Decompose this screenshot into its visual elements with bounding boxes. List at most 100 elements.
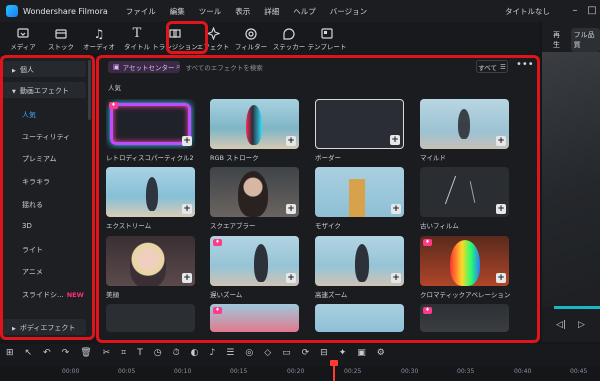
- tool-effects[interactable]: エフェクト: [194, 24, 232, 54]
- tool-stock[interactable]: ストック: [42, 24, 80, 54]
- tool-title[interactable]: T タイトル: [118, 24, 156, 54]
- select-icon[interactable]: ↖: [25, 348, 33, 358]
- crop-icon[interactable]: ⌗: [121, 348, 126, 358]
- sidebar-item-premium[interactable]: プレミアム: [22, 154, 57, 164]
- sidebar-item-popular[interactable]: 人気: [22, 110, 36, 120]
- tool-template[interactable]: テンプレート: [308, 24, 346, 54]
- sidebar-item-anime[interactable]: アニメ: [22, 267, 43, 277]
- timer-icon[interactable]: ⏱: [173, 348, 180, 358]
- effect-card[interactable]: + RGB ストローク: [210, 99, 299, 162]
- text-icon[interactable]: T: [137, 348, 143, 358]
- sidebar-item-light[interactable]: ライト: [22, 245, 43, 255]
- effect-card[interactable]: + 高速ズーム: [315, 236, 404, 299]
- filter-icon: ☰: [499, 62, 506, 71]
- add-icon[interactable]: +: [286, 136, 296, 146]
- preview-viewer: [542, 52, 600, 307]
- effect-card[interactable]: ♦: [210, 304, 299, 332]
- effect-card[interactable]: ♦ + レトロディスコパーティクル2: [106, 99, 195, 162]
- redo-icon[interactable]: ↷: [62, 348, 70, 358]
- render-icon[interactable]: ▭: [282, 348, 291, 358]
- add-icon[interactable]: +: [391, 204, 401, 214]
- effect-card[interactable]: + エクストリーム: [106, 167, 195, 230]
- tool-audio[interactable]: ♫ オーディオ: [80, 24, 118, 54]
- add-icon[interactable]: +: [496, 273, 506, 283]
- more-options-icon[interactable]: •••: [516, 59, 534, 70]
- add-icon[interactable]: +: [182, 273, 192, 283]
- menu-file[interactable]: ファイル: [126, 6, 156, 17]
- add-icon[interactable]: +: [496, 136, 506, 146]
- audio-icon[interactable]: ♪: [210, 348, 216, 358]
- search-input[interactable]: すべてのエフェクトを検索: [185, 62, 262, 72]
- play-icon[interactable]: ▷: [578, 320, 585, 330]
- menu-advanced[interactable]: 詳細: [264, 6, 279, 17]
- menu-view[interactable]: 表示: [235, 6, 250, 17]
- menu-tools[interactable]: ツール: [199, 6, 222, 17]
- effect-card[interactable]: [106, 304, 195, 332]
- add-icon[interactable]: +: [286, 273, 296, 283]
- filter-dropdown[interactable]: すべて ☰: [476, 60, 508, 73]
- neon-frame: [110, 103, 191, 145]
- settings-icon[interactable]: ⚙: [377, 348, 385, 358]
- adjust-icon[interactable]: ☰: [226, 348, 234, 358]
- effect-card[interactable]: ♦ + 遅いズーム: [210, 236, 299, 299]
- effect-card[interactable]: ♦: [420, 304, 509, 332]
- effect-thumbnail: [106, 304, 195, 332]
- add-icon[interactable]: +: [286, 204, 296, 214]
- speed-icon[interactable]: ◷: [154, 348, 162, 358]
- tool-label: メディア: [10, 43, 36, 51]
- effect-card[interactable]: + スクエアブラー: [210, 167, 299, 230]
- prev-frame-icon[interactable]: ◁|: [556, 320, 566, 330]
- sidebar-item-3d[interactable]: 3D: [22, 222, 32, 230]
- sidebar-item-sparkle[interactable]: キラキラ: [22, 177, 50, 187]
- sidebar-item-body-effects[interactable]: ▶ ボディエフェクト: [12, 323, 75, 333]
- add-icon[interactable]: +: [391, 273, 401, 283]
- minimize-icon[interactable]: –: [568, 4, 582, 18]
- title-bar: Wondershare Filmora ファイル 編集 ツール 表示 詳細 ヘル…: [0, 0, 600, 22]
- menu-edit[interactable]: 編集: [170, 6, 185, 17]
- add-icon[interactable]: +: [390, 135, 400, 145]
- add-icon[interactable]: +: [496, 204, 506, 214]
- effect-card[interactable]: ♦ + クロマティックアベレーション: [420, 236, 510, 299]
- keyframe-icon[interactable]: ◇: [264, 348, 271, 358]
- sidebar-item-utility[interactable]: ユーティリティ: [22, 132, 70, 142]
- effect-card[interactable]: + モザイク: [315, 167, 404, 230]
- sidebar-item-slideshow[interactable]: スライドシ... NEW: [22, 290, 84, 300]
- sidebar-item-video-effects[interactable]: ▼ 動画エフェクト: [12, 86, 69, 96]
- playhead[interactable]: [330, 360, 338, 381]
- cut-icon[interactable]: ✂: [103, 348, 111, 358]
- sidebar-item-personal[interactable]: ▶ 個人: [12, 65, 34, 75]
- tab-full-quality[interactable]: フル品質: [570, 28, 600, 52]
- chevron-right-icon: ▶: [12, 326, 16, 332]
- undo-icon[interactable]: ↶: [43, 348, 51, 358]
- asset-center-button[interactable]: ▣ アセットセンター: [108, 61, 180, 73]
- sidebar-item-shake[interactable]: 揺れる: [22, 200, 43, 210]
- motion-icon[interactable]: ⟳: [302, 348, 310, 358]
- add-icon[interactable]: +: [182, 204, 192, 214]
- effect-card[interactable]: + ボーダー: [315, 99, 404, 162]
- snapshot-icon[interactable]: ▣: [357, 348, 366, 358]
- ai-icon[interactable]: ✦: [339, 348, 347, 358]
- add-icon[interactable]: +: [182, 136, 192, 146]
- tool-media[interactable]: メディア: [4, 24, 42, 54]
- effect-card[interactable]: + マイルド: [420, 99, 509, 162]
- mask-icon[interactable]: ◎: [245, 348, 253, 358]
- effect-card[interactable]: + 美顔: [106, 236, 195, 299]
- tool-sticker[interactable]: ステッカー: [270, 24, 308, 54]
- color-icon[interactable]: ◐: [191, 348, 199, 358]
- effect-name: 遅いズーム: [210, 291, 243, 299]
- sidebar-scrollbar[interactable]: [88, 60, 91, 120]
- menu-help[interactable]: ヘルプ: [293, 6, 316, 17]
- grid-icon[interactable]: ⊞: [6, 348, 14, 358]
- tab-playback[interactable]: 再生: [550, 28, 568, 52]
- lighthouse-shape: [349, 179, 365, 217]
- maximize-icon[interactable]: □: [585, 4, 599, 18]
- search-bar[interactable]: ⌕ すべてのエフェクトを検索: [176, 61, 263, 73]
- menu-version[interactable]: バージョン: [330, 6, 367, 17]
- effect-card[interactable]: [315, 304, 404, 332]
- split-icon[interactable]: ⊟: [320, 348, 328, 358]
- preview-progress-bar[interactable]: [554, 306, 600, 309]
- delete-icon[interactable]: 🗑: [80, 348, 91, 358]
- tool-transition[interactable]: トランジション: [152, 24, 198, 54]
- effect-card[interactable]: + 古いフィルム: [420, 167, 509, 230]
- tool-filter[interactable]: フィルター: [232, 24, 270, 54]
